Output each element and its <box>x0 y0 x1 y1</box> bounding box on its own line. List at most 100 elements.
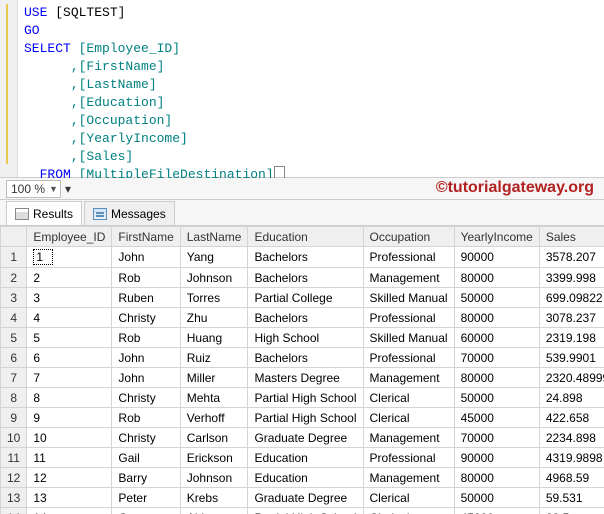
cell[interactable]: Greg <box>112 508 180 514</box>
table-row[interactable]: 1313PeterKrebsGraduate DegreeClerical500… <box>1 488 604 508</box>
cell[interactable]: Ruben <box>112 288 180 308</box>
col-header[interactable]: Employee_ID <box>27 227 112 247</box>
cell[interactable]: Education <box>248 468 363 488</box>
col-header[interactable]: LastName <box>180 227 248 247</box>
results-grid-wrap[interactable]: Employee_ID FirstName LastName Education… <box>0 226 604 514</box>
cell[interactable]: 3 <box>27 288 112 308</box>
cell[interactable]: 50000 <box>454 388 539 408</box>
cell[interactable]: 90000 <box>454 247 539 268</box>
table-row[interactable]: 1010ChristyCarlsonGraduate DegreeManagem… <box>1 428 604 448</box>
row-number[interactable]: 11 <box>1 448 27 468</box>
cell[interactable]: Management <box>363 268 454 288</box>
table-row[interactable]: 33RubenTorresPartial CollegeSkilled Manu… <box>1 288 604 308</box>
cell[interactable]: Bachelors <box>248 348 363 368</box>
cell[interactable]: Verhoff <box>180 408 248 428</box>
cell[interactable]: Huang <box>180 328 248 348</box>
cell[interactable]: Rob <box>112 408 180 428</box>
cell[interactable]: Bachelors <box>248 247 363 268</box>
table-row[interactable]: 1414GregAldersonPartial High SchoolCleri… <box>1 508 604 514</box>
cell[interactable]: Professional <box>363 308 454 328</box>
cell[interactable]: Rob <box>112 328 180 348</box>
row-number[interactable]: 12 <box>1 468 27 488</box>
table-row[interactable]: 99RobVerhoffPartial High SchoolClerical4… <box>1 408 604 428</box>
cell[interactable]: 3078.237 <box>539 308 604 328</box>
cell[interactable]: Peter <box>112 488 180 508</box>
cell[interactable]: Johnson <box>180 268 248 288</box>
cell[interactable]: 8 <box>27 388 112 408</box>
cell[interactable]: 13 <box>27 488 112 508</box>
cell[interactable]: Carlson <box>180 428 248 448</box>
col-header[interactable]: FirstName <box>112 227 180 247</box>
cell[interactable]: Miller <box>180 368 248 388</box>
cell[interactable]: 5 <box>27 328 112 348</box>
cell[interactable]: Mehta <box>180 388 248 408</box>
cell[interactable]: Partial High School <box>248 508 363 514</box>
cell[interactable]: Ruiz <box>180 348 248 368</box>
cell[interactable]: Rob <box>112 268 180 288</box>
row-number[interactable]: 10 <box>1 428 27 448</box>
cell[interactable]: Professional <box>363 247 454 268</box>
table-row[interactable]: 88ChristyMehtaPartial High SchoolClerica… <box>1 388 604 408</box>
cell[interactable]: Krebs <box>180 488 248 508</box>
cell[interactable]: Christy <box>112 428 180 448</box>
cell[interactable]: Yang <box>180 247 248 268</box>
cell[interactable]: Christy <box>112 388 180 408</box>
cell[interactable]: Erickson <box>180 448 248 468</box>
table-row[interactable]: 55RobHuangHigh SchoolSkilled Manual60000… <box>1 328 604 348</box>
cell[interactable]: Gail <box>112 448 180 468</box>
cell[interactable]: Management <box>363 428 454 448</box>
cell[interactable]: Torres <box>180 288 248 308</box>
cell[interactable]: 4319.9898 <box>539 448 604 468</box>
cell[interactable]: 2 <box>27 268 112 288</box>
cell[interactable]: 2320.489998 <box>539 368 604 388</box>
cell[interactable]: Clerical <box>363 488 454 508</box>
cell[interactable]: Graduate Degree <box>248 428 363 448</box>
sql-code[interactable]: USE [SQLTEST] GO SELECT [Employee_ID] ,[… <box>18 0 291 177</box>
cell[interactable]: Partial College <box>248 288 363 308</box>
cell[interactable]: Masters Degree <box>248 368 363 388</box>
tab-messages[interactable]: Messages <box>84 201 175 225</box>
row-number[interactable]: 5 <box>1 328 27 348</box>
cell[interactable]: 539.9901 <box>539 348 604 368</box>
cell[interactable]: 422.658 <box>539 408 604 428</box>
cell[interactable]: 9 <box>27 408 112 428</box>
row-number[interactable]: 4 <box>1 308 27 328</box>
row-number[interactable]: 14 <box>1 508 27 514</box>
cell[interactable]: 80000 <box>454 308 539 328</box>
cell[interactable]: 70000 <box>454 428 539 448</box>
cell[interactable]: 3578.207 <box>539 247 604 268</box>
cell[interactable]: 14 <box>27 508 112 514</box>
cell[interactable]: Professional <box>363 448 454 468</box>
editor-gutter[interactable] <box>0 0 18 177</box>
cell[interactable]: 80000 <box>454 268 539 288</box>
cell[interactable]: 60000 <box>454 328 539 348</box>
table-row[interactable]: 44ChristyZhuBachelorsProfessional8000030… <box>1 308 604 328</box>
cell[interactable]: Professional <box>363 348 454 368</box>
table-row[interactable]: 1111GailEricksonEducationProfessional900… <box>1 448 604 468</box>
cell[interactable]: 23.5 <box>539 508 604 514</box>
table-row[interactable]: 1212BarryJohnsonEducationManagement80000… <box>1 468 604 488</box>
cell[interactable]: 50000 <box>454 488 539 508</box>
cell[interactable]: 3399.998 <box>539 268 604 288</box>
cell[interactable]: 24.898 <box>539 388 604 408</box>
cell[interactable]: Education <box>248 448 363 468</box>
cell[interactable]: 7 <box>27 368 112 388</box>
cell[interactable]: 2234.898 <box>539 428 604 448</box>
cell[interactable]: High School <box>248 328 363 348</box>
row-number[interactable]: 8 <box>1 388 27 408</box>
cell[interactable]: 90000 <box>454 448 539 468</box>
table-row[interactable]: 11JohnYangBachelorsProfessional900003578… <box>1 247 604 268</box>
row-number[interactable]: 7 <box>1 368 27 388</box>
cell[interactable]: 59.531 <box>539 488 604 508</box>
cell[interactable]: John <box>112 368 180 388</box>
col-header[interactable]: Education <box>248 227 363 247</box>
cell[interactable]: Christy <box>112 308 180 328</box>
cell[interactable]: Bachelors <box>248 268 363 288</box>
cell[interactable]: Clerical <box>363 508 454 514</box>
col-header[interactable]: Occupation <box>363 227 454 247</box>
row-number[interactable]: 9 <box>1 408 27 428</box>
cell[interactable]: 699.09822 <box>539 288 604 308</box>
cell[interactable]: 4968.59 <box>539 468 604 488</box>
cell[interactable]: Johnson <box>180 468 248 488</box>
col-header[interactable]: YearlyIncome <box>454 227 539 247</box>
